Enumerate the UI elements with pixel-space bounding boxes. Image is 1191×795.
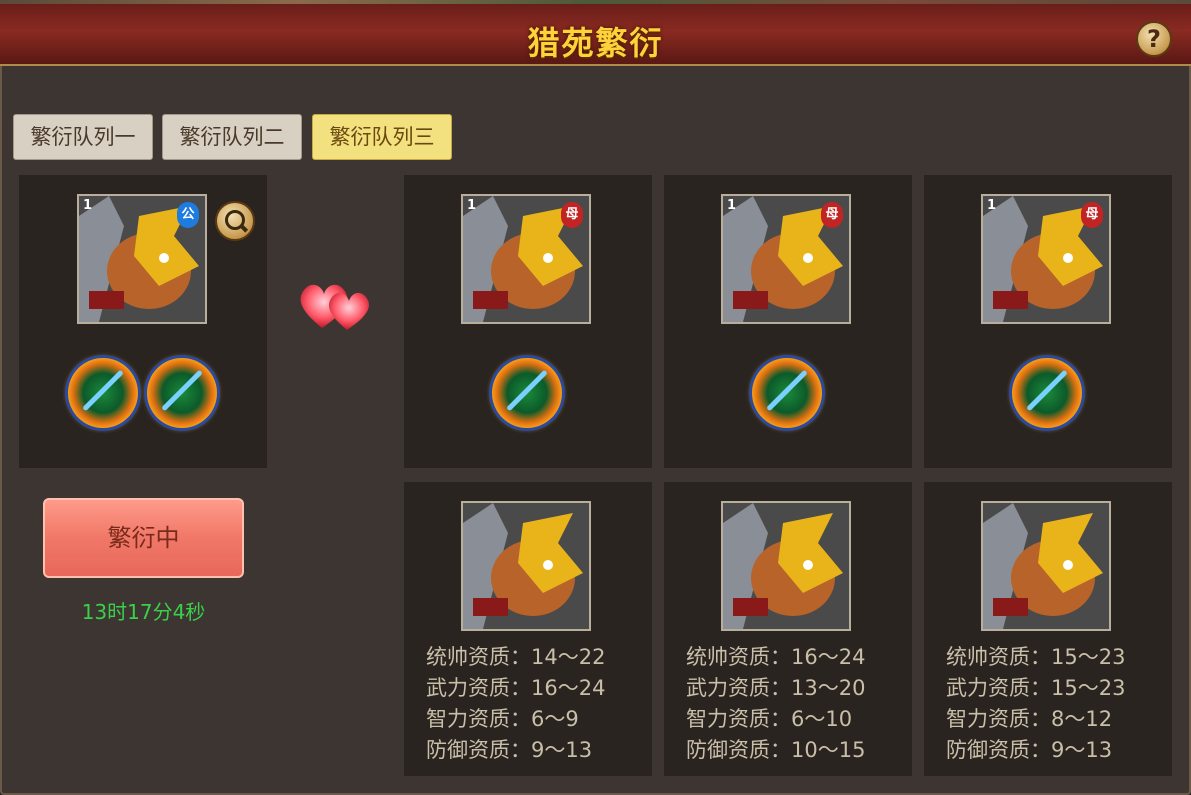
candidate-stats: 统帅资质：14～22 武力资质：16～24 智力资质：6～9 防御资质：9～13	[426, 642, 666, 766]
beast-helmet-icon	[463, 503, 589, 629]
stat-intellect: 智力资质：6～9	[426, 707, 579, 731]
title-bar: 猎苑繁衍 ?	[0, 4, 1191, 66]
stat-command: 统帅资质：14～22	[426, 645, 606, 669]
candidate-portrait[interactable]	[721, 501, 851, 631]
candidate-stats: 统帅资质：15～23 武力资质：15～23 智力资质：8～12 防御资质：9～1…	[946, 642, 1186, 766]
skill-orb-icon[interactable]	[1012, 358, 1082, 428]
tab-queue-1[interactable]: 繁衍队列一	[13, 114, 153, 160]
candidate-portrait[interactable]	[461, 501, 591, 631]
tab-queue-3[interactable]: 繁衍队列三	[312, 114, 452, 160]
gender-tag: 母	[1081, 202, 1103, 228]
stat-intellect: 智力资质：6～10	[686, 707, 853, 731]
stat-force: 武力资质：13～20	[686, 676, 866, 700]
stat-defense: 防御资质：10～15	[686, 738, 866, 762]
gender-tag: 母	[821, 202, 843, 228]
stat-intellect: 智力资质：8～12	[946, 707, 1113, 731]
breeding-button[interactable]: 繁衍中	[43, 498, 244, 578]
stat-command: 统帅资质：16～24	[686, 645, 866, 669]
help-icon[interactable]: ?	[1136, 21, 1172, 57]
offspring-portrait[interactable]: 1 母	[461, 194, 591, 324]
gender-tag: 公	[177, 202, 199, 228]
stat-command: 统帅资质：15～23	[946, 645, 1126, 669]
offspring-portrait[interactable]: 1 母	[981, 194, 1111, 324]
tab-queue-2[interactable]: 繁衍队列二	[162, 114, 302, 160]
candidate-stats: 统帅资质：16～24 武力资质：13～20 智力资质：6～10 防御资质：10～…	[686, 642, 926, 766]
stat-defense: 防御资质：9～13	[946, 738, 1113, 762]
beast-helmet-icon	[983, 503, 1109, 629]
level-label: 1	[83, 198, 93, 213]
stat-force: 武力资质：16～24	[426, 676, 606, 700]
candidate-portrait[interactable]	[981, 501, 1111, 631]
offspring-portrait[interactable]: 1 母	[721, 194, 851, 324]
beast-helmet-icon	[723, 503, 849, 629]
stat-force: 武力资质：15～23	[946, 676, 1126, 700]
gender-tag: 母	[561, 202, 583, 228]
skill-orb-icon[interactable]	[147, 358, 217, 428]
level-label: 1	[727, 198, 737, 213]
heart-icon	[300, 284, 369, 330]
search-icon[interactable]	[215, 201, 255, 241]
level-label: 1	[467, 198, 477, 213]
page-title: 猎苑繁衍	[527, 24, 664, 62]
parent-portrait[interactable]: 1 公	[77, 194, 207, 324]
level-label: 1	[987, 198, 997, 213]
skill-orb-icon[interactable]	[752, 358, 822, 428]
breeding-timer: 13时17分4秒	[81, 600, 206, 624]
skill-orb-icon[interactable]	[492, 358, 562, 428]
stat-defense: 防御资质：9～13	[426, 738, 593, 762]
skill-orb-icon[interactable]	[68, 358, 138, 428]
